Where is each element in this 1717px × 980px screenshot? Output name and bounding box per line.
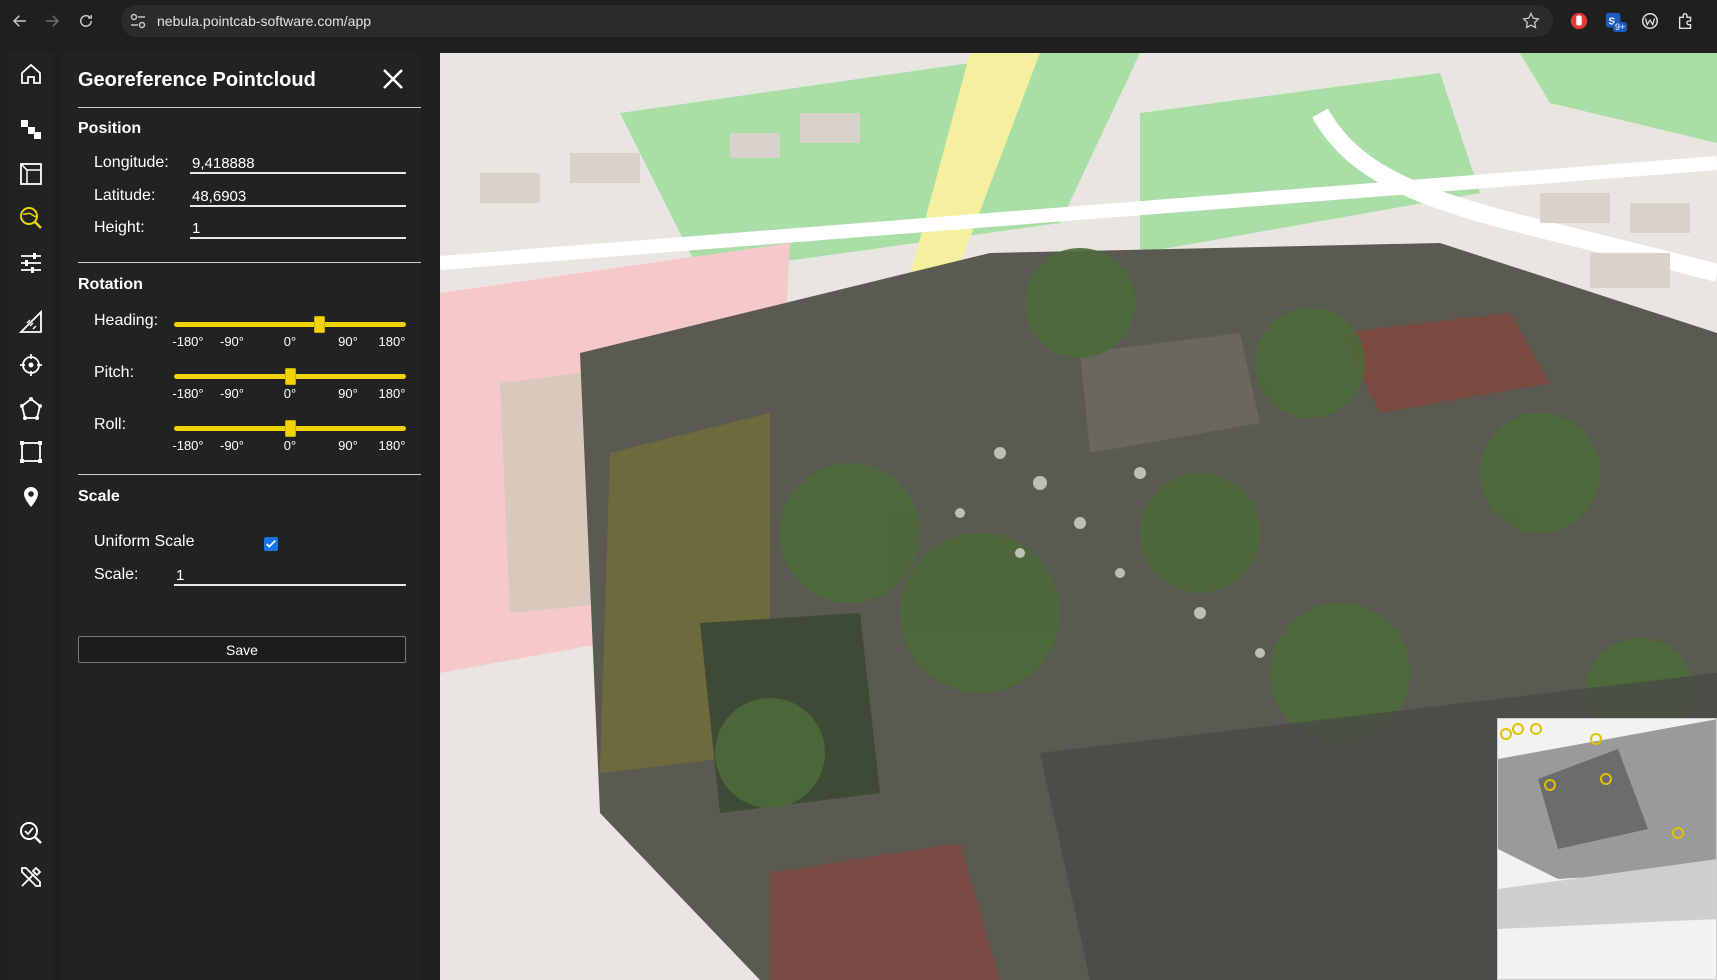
location-button[interactable]	[18, 483, 44, 509]
layers-button[interactable]	[18, 116, 44, 142]
minimap-view[interactable]	[1498, 719, 1717, 980]
reload-icon	[80, 14, 92, 27]
rectangle-icon	[20, 441, 42, 463]
georeference-button[interactable]	[18, 205, 44, 231]
height-label: Height:	[94, 219, 145, 236]
separator	[78, 262, 421, 263]
arrow-left-icon	[12, 15, 26, 27]
extension-w-icon[interactable]	[1639, 10, 1661, 32]
browser-chrome: nebula.pointcab-software.com/app S 9+	[0, 0, 1717, 42]
slider-tick-label: 0°	[283, 438, 297, 453]
polygon-button[interactable]	[18, 396, 44, 422]
slider-ticks: -180° -90° 0° 90° 180°	[172, 334, 406, 350]
rectangle-button[interactable]	[18, 439, 44, 465]
extension-blue-icon[interactable]: S 9+	[1603, 10, 1628, 32]
roll-slider[interactable]: -180° -90° 0° 90° 180°	[172, 419, 406, 453]
slider-tick-label: 0°	[283, 386, 297, 401]
measure-icon	[18, 309, 42, 333]
zoom-search-icon	[20, 822, 42, 844]
uniform-scale-checkbox[interactable]	[264, 537, 278, 551]
left-toolbar	[8, 53, 54, 980]
layers-icon	[21, 120, 41, 139]
slider-tick-label: -180°	[172, 438, 204, 453]
target-button[interactable]	[18, 352, 44, 378]
save-button[interactable]: Save	[78, 636, 406, 663]
heading-slider[interactable]: -180° -90° 0° 90° 180°	[172, 315, 406, 349]
slider-tick-label: 90°	[338, 386, 358, 401]
uniform-scale-label: Uniform Scale	[94, 533, 195, 550]
polygon-icon	[20, 397, 42, 420]
separator	[78, 474, 421, 475]
site-info-icon[interactable]	[129, 12, 147, 30]
tools-icon	[21, 866, 42, 887]
pitch-slider[interactable]: -180° -90° 0° 90° 180°	[172, 367, 406, 401]
reload-button[interactable]	[74, 9, 98, 33]
georeference-panel: Georeference Pointcloud Position Longitu…	[62, 53, 421, 980]
box-icon	[20, 163, 42, 185]
sliders-icon	[21, 253, 41, 273]
slider-thumb[interactable]	[284, 420, 296, 437]
location-pin-icon	[24, 487, 38, 507]
scale-heading: Scale	[78, 488, 120, 505]
extensions-puzzle-icon[interactable]	[1675, 10, 1697, 32]
slider-tick-label: 90°	[338, 438, 358, 453]
slider-tick-label: 0°	[283, 334, 297, 349]
target-icon	[20, 354, 42, 376]
position-heading: Position	[78, 120, 142, 137]
height-input[interactable]	[190, 217, 406, 239]
pitch-label: Pitch:	[94, 364, 135, 381]
box-button[interactable]	[18, 161, 44, 187]
bookmark-star-icon[interactable]	[1521, 11, 1541, 31]
longitude-label: Longitude:	[94, 154, 169, 171]
slider-thumb[interactable]	[284, 368, 296, 385]
slider-tick-label: -180°	[172, 386, 204, 401]
adjust-button[interactable]	[18, 250, 44, 276]
roll-label: Roll:	[94, 416, 127, 433]
arrow-right-icon	[46, 15, 60, 27]
slider-tick-label: -90°	[220, 334, 244, 349]
home-button[interactable]	[18, 61, 44, 87]
slider-tick-label: -90°	[220, 386, 244, 401]
extension-badge: 9+	[1613, 22, 1628, 32]
longitude-input[interactable]	[190, 152, 406, 174]
slider-tick-label: 180°	[378, 386, 406, 401]
scale-label: Scale:	[94, 566, 139, 583]
home-icon	[21, 63, 41, 84]
3d-viewport[interactable]	[440, 53, 1717, 980]
separator	[78, 107, 421, 108]
latitude-label: Latitude:	[94, 187, 156, 204]
zoom-extent-button[interactable]	[18, 820, 44, 846]
minimap[interactable]	[1497, 718, 1717, 980]
checkmark-icon	[266, 539, 276, 548]
slider-tick-label: -180°	[172, 334, 204, 349]
slider-tick-label: 180°	[378, 334, 406, 349]
slider-tick-label: 180°	[378, 438, 406, 453]
close-icon[interactable]	[379, 65, 407, 93]
app: Georeference Pointcloud Position Longitu…	[0, 42, 1717, 980]
latitude-input[interactable]	[190, 185, 406, 207]
address-bar[interactable]: nebula.pointcab-software.com/app	[121, 5, 1553, 37]
slider-ticks: -180° -90° 0° 90° 180°	[172, 386, 406, 402]
tools-button[interactable]	[18, 864, 44, 890]
slider-tick-label: 90°	[338, 334, 358, 349]
heading-label: Heading:	[94, 312, 159, 329]
slider-tick-label: -90°	[220, 438, 244, 453]
measure-button[interactable]	[18, 309, 44, 335]
back-button[interactable]	[8, 9, 32, 33]
georeference-icon	[20, 207, 42, 229]
slider-thumb[interactable]	[313, 316, 325, 333]
extension-red-icon[interactable]	[1568, 10, 1590, 32]
forward-button[interactable]	[40, 9, 64, 33]
slider-ticks: -180° -90° 0° 90° 180°	[172, 438, 406, 454]
slider-track[interactable]	[174, 322, 406, 327]
rotation-heading: Rotation	[78, 276, 143, 293]
panel-title: Georeference Pointcloud	[78, 69, 316, 91]
scale-input[interactable]	[174, 564, 406, 586]
url-text[interactable]: nebula.pointcab-software.com/app	[157, 13, 371, 29]
